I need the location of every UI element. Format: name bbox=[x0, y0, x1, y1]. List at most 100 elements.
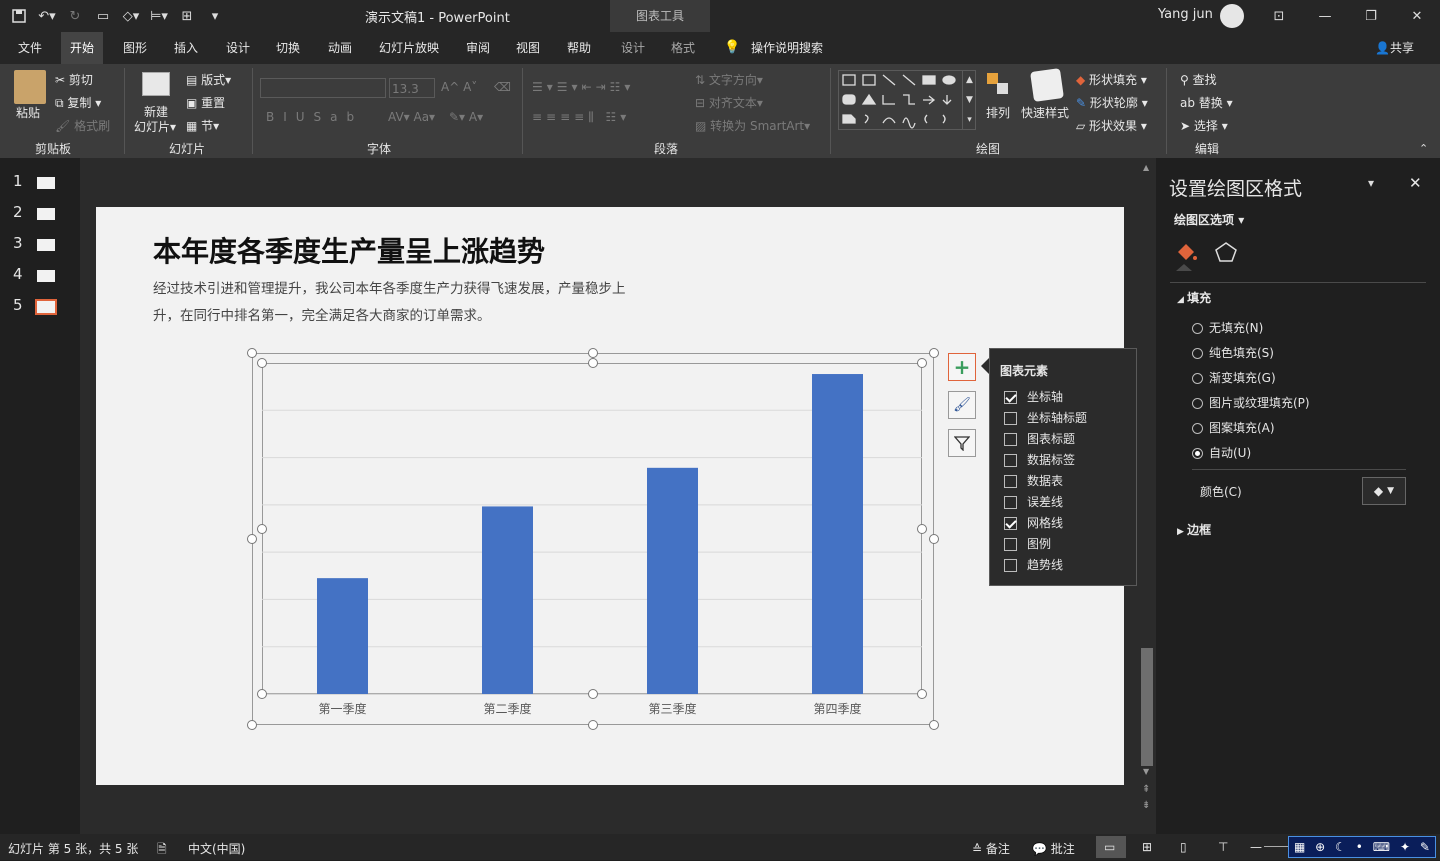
checkbox[interactable] bbox=[1004, 496, 1017, 509]
fill-option[interactable]: 渐变填充(G) bbox=[1192, 370, 1310, 395]
slide-thumbnail-1[interactable] bbox=[37, 177, 55, 189]
pane-close-icon[interactable]: ✕ bbox=[1409, 174, 1422, 192]
plot-handle[interactable] bbox=[917, 358, 927, 368]
copy-button[interactable]: ⧉ 复制 ▾ bbox=[55, 94, 101, 111]
paste-button[interactable]: 粘贴 bbox=[16, 104, 40, 121]
reading-view-icon[interactable]: ▯ bbox=[1180, 840, 1187, 854]
layout-button[interactable]: ▤ 版式▾ bbox=[186, 71, 231, 88]
tab-home[interactable]: 开始 bbox=[61, 32, 104, 64]
cut-button[interactable]: ✂ 剪切 bbox=[55, 71, 93, 88]
select-button[interactable]: ➤ 选择 ▾ bbox=[1180, 117, 1228, 134]
tab-chart-design[interactable]: 设计 bbox=[618, 32, 648, 64]
present-from-start-icon[interactable]: ▭ bbox=[92, 5, 114, 27]
fill-section-header[interactable]: ◢ 填充 bbox=[1177, 289, 1211, 306]
slide-thumbnail-5[interactable] bbox=[35, 299, 57, 315]
font-name-input[interactable] bbox=[260, 78, 386, 98]
slide-title[interactable]: 本年度各季度生产量呈上涨趋势 bbox=[153, 230, 545, 270]
tab-file[interactable]: 文件 bbox=[15, 32, 45, 64]
char-spacing-icon[interactable]: AV▾ Aa▾ bbox=[388, 110, 435, 124]
radio-button[interactable] bbox=[1192, 373, 1203, 384]
zoom-slider[interactable] bbox=[1264, 846, 1288, 847]
ribbon-display-icon[interactable]: ⊡ bbox=[1256, 0, 1302, 32]
resize-handle[interactable] bbox=[247, 720, 257, 730]
checkbox[interactable] bbox=[1004, 559, 1017, 572]
radio-button[interactable] bbox=[1192, 348, 1203, 359]
radio-button[interactable] bbox=[1192, 448, 1203, 459]
chart-element-item[interactable]: 数据表 bbox=[1004, 471, 1087, 492]
close-window-icon[interactable]: ✕ bbox=[1394, 0, 1440, 32]
list-buttons[interactable]: ☰▾☰▾⇤⇥☷▾ bbox=[532, 80, 634, 94]
checkbox[interactable] bbox=[1004, 517, 1017, 530]
chart-element-item[interactable]: 数据标签 bbox=[1004, 450, 1087, 471]
checkbox[interactable] bbox=[1004, 454, 1017, 467]
next-slide-icon[interactable]: ⇟ bbox=[1142, 800, 1150, 811]
tab-chart-format[interactable]: 格式 bbox=[668, 32, 698, 64]
checkbox[interactable] bbox=[1004, 391, 1017, 404]
smartart-button[interactable]: ▨ 转换为 SmartArt▾ bbox=[695, 117, 810, 134]
replace-button[interactable]: ab 替换 ▾ bbox=[1180, 94, 1233, 111]
shapes-gallery[interactable] bbox=[838, 70, 976, 130]
slide-body-line[interactable]: 升，在同行中排名第一，完全满足各大商家的订单需求。 bbox=[153, 304, 491, 324]
tab-review[interactable]: 审阅 bbox=[463, 32, 493, 64]
slide-sorter-icon[interactable]: ⊞ bbox=[1142, 840, 1152, 854]
chart-element-item[interactable]: 趋势线 bbox=[1004, 555, 1087, 576]
slide-body-line[interactable]: 经过技术引进和管理提升，我公司本年各季度生产力获得飞速发展，产量稳步上 bbox=[153, 277, 626, 297]
shape-fill-button[interactable]: ◆ 形状填充 ▾ bbox=[1076, 71, 1147, 88]
section-button[interactable]: ▦ 节▾ bbox=[186, 117, 219, 134]
plot-handle[interactable] bbox=[257, 524, 267, 534]
share-button[interactable]: 👤共享 bbox=[1372, 32, 1417, 64]
slideshow-icon[interactable]: ⊤ bbox=[1218, 840, 1228, 854]
tab-view[interactable]: 视图 bbox=[513, 32, 543, 64]
prev-slide-icon[interactable]: ⇞ bbox=[1142, 784, 1150, 795]
new-slide-icon[interactable] bbox=[142, 72, 170, 96]
scroll-down-icon[interactable]: ▼ bbox=[1143, 767, 1149, 776]
restore-icon[interactable]: ❐ bbox=[1348, 0, 1394, 32]
collapse-ribbon-icon[interactable]: ⌃ bbox=[1419, 142, 1428, 155]
minimize-icon[interactable]: — bbox=[1302, 0, 1348, 32]
resize-handle[interactable] bbox=[929, 534, 939, 544]
checkbox[interactable] bbox=[1004, 412, 1017, 425]
highlight-icon[interactable]: ✎▾ A▾ bbox=[449, 110, 483, 124]
tab-help[interactable]: 帮助 bbox=[564, 32, 594, 64]
chart-element-item[interactable]: 误差线 bbox=[1004, 492, 1087, 513]
fill-option[interactable]: 纯色填充(S) bbox=[1192, 345, 1310, 370]
shape-effects-button[interactable]: ▱ 形状效果 ▾ bbox=[1076, 117, 1147, 134]
ime-toolbar[interactable]: ▦ ⊕ ☾ • ⌨ ✦ ✎ bbox=[1288, 836, 1436, 858]
plot-handle[interactable] bbox=[257, 689, 267, 699]
touch-mode-icon[interactable]: ◇▾ bbox=[120, 5, 142, 27]
radio-button[interactable] bbox=[1192, 423, 1203, 434]
quick-styles-button[interactable]: 快速样式 bbox=[1021, 104, 1069, 121]
notes-button[interactable]: ≙ 备注 bbox=[972, 840, 1010, 857]
quick-styles-icon[interactable] bbox=[1030, 68, 1064, 102]
font-size-grow-icon[interactable]: A^ A˅ bbox=[441, 80, 477, 94]
user-name[interactable]: Yang jun bbox=[1158, 7, 1213, 22]
zoom-out-icon[interactable]: — bbox=[1250, 840, 1262, 854]
scroll-up-icon[interactable]: ▲ bbox=[1143, 163, 1149, 172]
radio-button[interactable] bbox=[1192, 398, 1203, 409]
resize-handle[interactable] bbox=[247, 348, 257, 358]
plot-handle[interactable] bbox=[917, 689, 927, 699]
plot-handle[interactable] bbox=[257, 358, 267, 368]
resize-handle[interactable] bbox=[588, 720, 598, 730]
font-size-input[interactable]: 13.3 bbox=[389, 78, 435, 98]
arrange-button[interactable]: 排列 bbox=[986, 104, 1010, 121]
x-tick-label[interactable]: 第三季度 bbox=[648, 701, 696, 716]
plot-handle[interactable] bbox=[917, 524, 927, 534]
table-icon[interactable]: ⊞ bbox=[176, 5, 198, 27]
bar[interactable] bbox=[482, 506, 533, 694]
tab-transitions[interactable]: 切换 bbox=[273, 32, 303, 64]
accessibility-icon[interactable]: 🗎 bbox=[157, 840, 167, 861]
plot-area-options-dropdown[interactable]: 绘图区选项 ▾ bbox=[1174, 211, 1244, 228]
tab-animations[interactable]: 动画 bbox=[325, 32, 355, 64]
customize-qat-icon[interactable]: ▾ bbox=[204, 5, 226, 27]
bar[interactable] bbox=[647, 467, 698, 694]
language-indicator[interactable]: 中文(中国) bbox=[188, 840, 245, 857]
fill-color-picker[interactable]: ◆ ▼ bbox=[1362, 477, 1406, 505]
plot-handle[interactable] bbox=[588, 689, 598, 699]
text-direction-button[interactable]: ⇅ 文字方向▾ bbox=[695, 71, 763, 88]
slide-thumbnail-4[interactable] bbox=[37, 270, 55, 282]
resize-handle[interactable] bbox=[247, 534, 257, 544]
avatar[interactable] bbox=[1220, 4, 1244, 28]
save-icon[interactable] bbox=[8, 5, 30, 27]
chart-styles-button[interactable]: 🖌 bbox=[948, 391, 976, 419]
